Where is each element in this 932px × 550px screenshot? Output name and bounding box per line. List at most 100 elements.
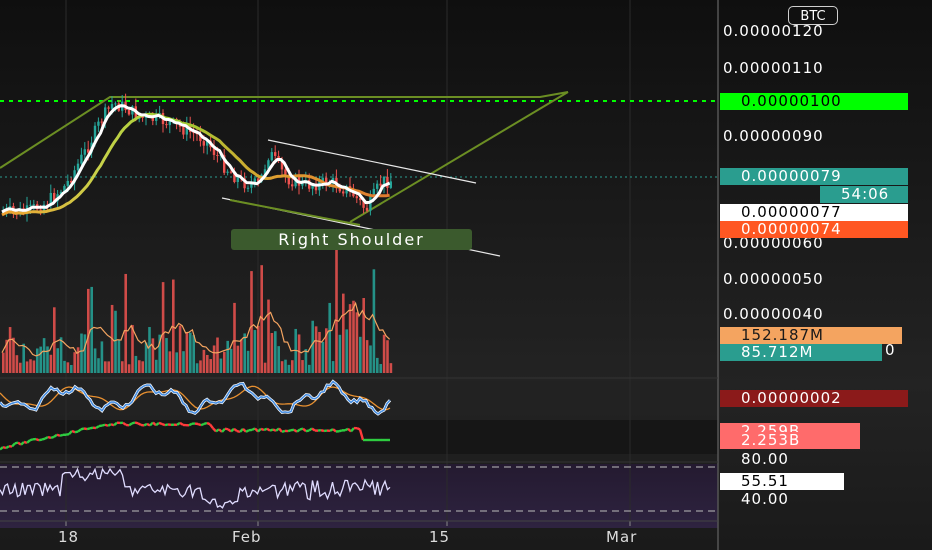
obv-segment [197, 422, 202, 427]
volume-bar [352, 300, 355, 373]
price-label: 0.00000040 [723, 305, 824, 323]
volume-bar [2, 352, 5, 373]
obv-segment [35, 437, 40, 442]
volume-bar [318, 331, 321, 373]
volume-bar [376, 357, 379, 373]
rsi-lower-label: 40.00 [741, 490, 789, 508]
obv-segment [83, 427, 88, 431]
obv-segment [206, 421, 211, 426]
candle-body [168, 121, 171, 126]
volume-bar [178, 325, 182, 373]
volume-bar [185, 332, 189, 373]
volume-bar [328, 302, 331, 373]
volume-bar [12, 337, 15, 373]
obv-segment [29, 438, 34, 442]
volume-ma-tag: 152.187M [720, 327, 902, 344]
obv-segment [47, 435, 52, 440]
candle-body [379, 183, 382, 186]
obv-segment [161, 422, 166, 427]
volume-bar [331, 361, 335, 373]
volume-bar [104, 361, 107, 373]
obv-segment [65, 433, 70, 436]
obv-segment [137, 422, 142, 426]
volume-bar [19, 362, 22, 373]
volume-bar [304, 349, 308, 373]
obv-segment [338, 429, 343, 433]
obv-tag-2: 2.253B [720, 432, 860, 449]
volume-bar [311, 320, 314, 373]
obv-segment [56, 433, 61, 437]
last-price-tag: 0.00000079 [720, 168, 908, 185]
obv-segment [179, 421, 184, 426]
candle-body [216, 154, 219, 156]
volume-bar [8, 327, 12, 373]
volume-bar [182, 351, 185, 373]
volume-bar [338, 334, 342, 373]
volume-bar [240, 339, 243, 373]
time-label: Mar [606, 528, 638, 546]
volume-bar [219, 358, 223, 373]
volume-bar [56, 348, 59, 373]
volume-bar [151, 338, 155, 373]
obv-segment [44, 435, 49, 440]
obv-segment [305, 429, 310, 433]
volume-bar [114, 310, 117, 373]
right-shoulder-label[interactable]: Right Shoulder [231, 229, 472, 250]
candle-body [114, 103, 117, 105]
volume-bar [236, 345, 240, 373]
volume-bar [15, 355, 19, 373]
volume-bar [386, 340, 389, 373]
obv-segment [89, 426, 94, 430]
volume-bar [107, 361, 110, 373]
volume-bar [124, 273, 127, 373]
obv-segment [203, 421, 208, 426]
volume-bar [93, 348, 97, 373]
volume-bar [138, 360, 141, 373]
volume-bar [202, 349, 206, 373]
candle-body [97, 121, 100, 126]
volume-bar [117, 339, 121, 373]
candle-body [202, 141, 205, 146]
orange-ma-tag: 0.00000074 [720, 221, 908, 238]
volume-tag: 85.712M [720, 344, 882, 361]
obv-segment [281, 429, 286, 434]
obv-segment [38, 438, 43, 442]
volume-bar [280, 361, 284, 373]
volume-bar [165, 338, 168, 373]
volume-bar [355, 312, 359, 373]
candle-body [226, 171, 229, 173]
candle-body [165, 124, 168, 126]
candle-body [246, 187, 250, 189]
volume-bar [274, 331, 277, 373]
volume-bar [321, 341, 325, 373]
resistance-level-tag[interactable]: 0.00000100 [720, 93, 908, 110]
obv-segment [131, 421, 136, 425]
volume-bar [250, 271, 253, 373]
volume-bar [141, 361, 144, 373]
obv-segment [134, 421, 139, 425]
volume-bar [175, 352, 178, 373]
volume-bar [359, 336, 362, 373]
volume-bar [345, 329, 348, 373]
volume-bar [83, 334, 87, 373]
volume-bar [226, 340, 229, 373]
volume-bar [134, 355, 138, 373]
volume-bar [216, 337, 219, 373]
volume-bar [161, 282, 165, 373]
obv-segment [158, 421, 163, 426]
volume-bar [270, 333, 274, 373]
volume-bar [155, 359, 158, 373]
volume-bar [49, 354, 53, 373]
price-label: 0.00000090 [723, 127, 824, 145]
candle-body [274, 152, 277, 156]
obv-segment [50, 435, 55, 440]
obv-segment [86, 427, 91, 431]
candle-body [342, 191, 345, 194]
volume-bar [263, 362, 267, 373]
volume-bar [233, 302, 236, 373]
time-label: Feb [232, 528, 262, 546]
obv-segment [320, 429, 325, 433]
volume-bar [100, 341, 104, 373]
volume-bar [87, 288, 90, 373]
obv-segment [188, 422, 193, 427]
